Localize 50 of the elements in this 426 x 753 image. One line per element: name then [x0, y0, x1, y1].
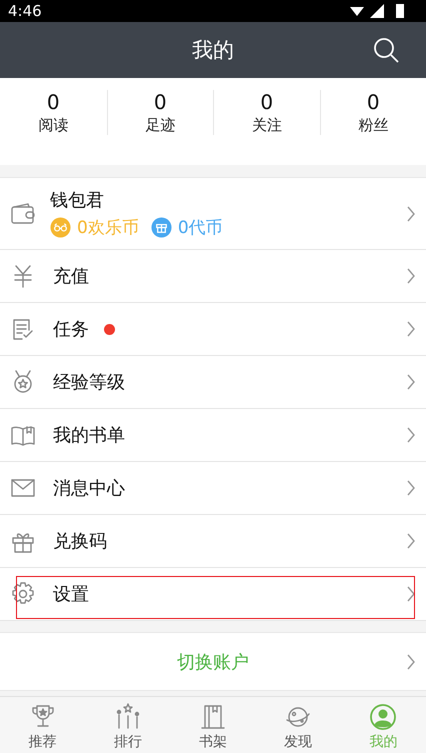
- chevron-right-icon: [406, 653, 416, 671]
- chevron-right-icon: [406, 267, 416, 285]
- stat-value[interactable]: 0: [366, 90, 380, 114]
- menu-label: 消息中心: [53, 477, 125, 500]
- chevron-right-icon: [406, 426, 416, 444]
- menu-item[interactable]: 充值: [0, 250, 426, 303]
- chevron-right-icon: [406, 320, 416, 338]
- nav-tab[interactable]: 书架: [170, 697, 256, 753]
- gift-coin-icon: [150, 217, 172, 238]
- menu-item[interactable]: 经验等级: [0, 356, 426, 409]
- menu-item[interactable]: 兑换码: [0, 515, 426, 568]
- status-time: 4:46: [8, 2, 42, 20]
- menu-item[interactable]: 我的书单: [0, 409, 426, 462]
- glasses-coin-icon: [50, 217, 71, 238]
- signal-icon: [370, 4, 384, 18]
- menu-label: 我的书单: [53, 424, 125, 447]
- menu-label: 充值: [53, 265, 89, 288]
- coin-balance: 0欢乐币: [77, 217, 139, 239]
- user-icon: [369, 703, 398, 731]
- wallet-icon: [10, 200, 36, 226]
- coin-balance: 0代币: [178, 217, 223, 239]
- search-button[interactable]: [372, 36, 400, 64]
- menu-item[interactable]: 设置: [0, 568, 426, 621]
- nav-tab[interactable]: 排行: [85, 697, 170, 753]
- chevron-right-icon: [406, 479, 416, 497]
- chevron-right-icon: [406, 204, 416, 222]
- menu-label: 任务: [53, 318, 89, 341]
- stat-label[interactable]: 阅读: [38, 116, 68, 135]
- menu-label: 经验等级: [53, 371, 125, 394]
- stat-value[interactable]: 0: [154, 90, 167, 114]
- stat-value[interactable]: 0: [46, 90, 60, 114]
- shelf-icon: [198, 703, 227, 731]
- wallet-title: 钱包君: [50, 189, 105, 212]
- nav-tab[interactable]: 发现: [256, 697, 341, 753]
- chevron-right-icon: [406, 532, 416, 550]
- menu-label: 兑换码: [53, 530, 107, 553]
- menu-item[interactable]: 任务: [0, 303, 426, 356]
- page-title: 我的: [192, 37, 234, 64]
- stat-label[interactable]: 关注: [252, 116, 282, 135]
- wallet-row[interactable]: 钱包君 0欢乐币 0代币: [0, 177, 426, 250]
- stat-label[interactable]: 足迹: [145, 116, 176, 135]
- stat-value[interactable]: 0: [260, 90, 274, 114]
- chevron-right-icon: [406, 585, 416, 603]
- menu-label: 设置: [53, 583, 89, 606]
- wifi-icon: [350, 7, 364, 16]
- battery-icon: [396, 4, 404, 18]
- menu-item[interactable]: 消息中心: [0, 462, 426, 515]
- chevron-right-icon: [406, 373, 416, 391]
- stat-label[interactable]: 粉丝: [358, 116, 388, 135]
- nav-tab[interactable]: 推荐: [0, 697, 86, 753]
